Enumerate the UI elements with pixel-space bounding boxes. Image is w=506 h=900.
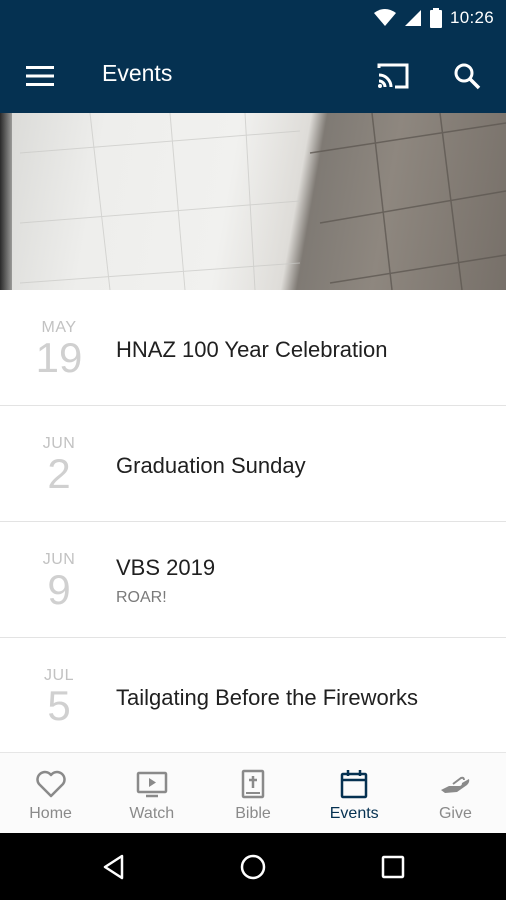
- wifi-icon: [373, 9, 396, 26]
- event-row[interactable]: JUN 9 VBS 2019 ROAR!: [0, 522, 506, 638]
- status-icons: 10:26: [373, 0, 494, 36]
- app-bar: Events: [0, 36, 506, 113]
- nav-item-watch[interactable]: Watch: [101, 753, 202, 833]
- nav-label-bible: Bible: [235, 805, 271, 822]
- event-subtitle: ROAR!: [116, 589, 167, 606]
- nav-item-events[interactable]: Events: [304, 753, 405, 833]
- event-title: Tailgating Before the Fireworks: [116, 685, 419, 710]
- hamburger-menu-icon: [26, 66, 54, 86]
- bible-icon: [237, 769, 269, 799]
- nav-item-home[interactable]: Home: [0, 753, 101, 833]
- status-time: 10:26: [449, 8, 494, 27]
- hero-tile-pattern: [19, 113, 506, 290]
- calendar-icon: [338, 769, 370, 799]
- back-button[interactable]: [94, 847, 134, 887]
- status-bar: 10:26: [0, 0, 506, 36]
- menu-button[interactable]: [20, 56, 60, 96]
- cell-signal-icon: [404, 10, 421, 26]
- tv-play-icon: [136, 769, 168, 799]
- hero-banner-image: [0, 113, 506, 290]
- event-title: VBS 2019: [116, 555, 216, 580]
- heart-icon: [35, 769, 67, 799]
- event-day: 19: [35, 334, 83, 381]
- home-button[interactable]: [233, 847, 273, 887]
- nav-label-home: Home: [29, 805, 72, 822]
- event-row[interactable]: MAY 19 HNAZ 100 Year Celebration: [0, 290, 506, 406]
- event-title: HNAZ 100 Year Celebration: [116, 337, 388, 362]
- cast-button[interactable]: [372, 56, 414, 96]
- back-triangle-icon: [103, 854, 124, 880]
- nav-item-bible[interactable]: Bible: [202, 753, 303, 833]
- system-navigation-bar: [0, 833, 506, 900]
- event-day: 2: [47, 450, 71, 497]
- event-row[interactable]: JUN 2 Graduation Sunday: [0, 406, 506, 522]
- battery-icon: [429, 8, 442, 28]
- search-icon: [454, 63, 481, 90]
- event-day: 5: [47, 682, 71, 729]
- event-list: MAY 19 HNAZ 100 Year Celebration JUN 2 G…: [0, 290, 506, 754]
- event-date: MAY 19: [22, 290, 96, 406]
- giving-hand-icon: [439, 769, 471, 799]
- recents-button[interactable]: [373, 847, 413, 887]
- event-date: JUN 9: [22, 522, 96, 638]
- recents-square-icon: [381, 855, 405, 879]
- nav-item-give[interactable]: Give: [405, 753, 506, 833]
- search-button[interactable]: [446, 56, 488, 96]
- cast-icon: [377, 63, 409, 89]
- nav-label-watch: Watch: [129, 805, 175, 822]
- bottom-navigation: Home Watch Bible Events Give: [0, 752, 506, 833]
- nav-label-events: Events: [329, 805, 379, 822]
- event-date: JUL 5: [22, 638, 96, 754]
- home-circle-icon: [240, 854, 266, 880]
- page-title: Events: [102, 60, 173, 86]
- nav-label-give: Give: [438, 805, 472, 822]
- event-day: 9: [47, 566, 71, 613]
- event-row[interactable]: JUL 5 Tailgating Before the Fireworks: [0, 638, 506, 754]
- event-date: JUN 2: [22, 406, 96, 522]
- event-title: Graduation Sunday: [116, 453, 306, 478]
